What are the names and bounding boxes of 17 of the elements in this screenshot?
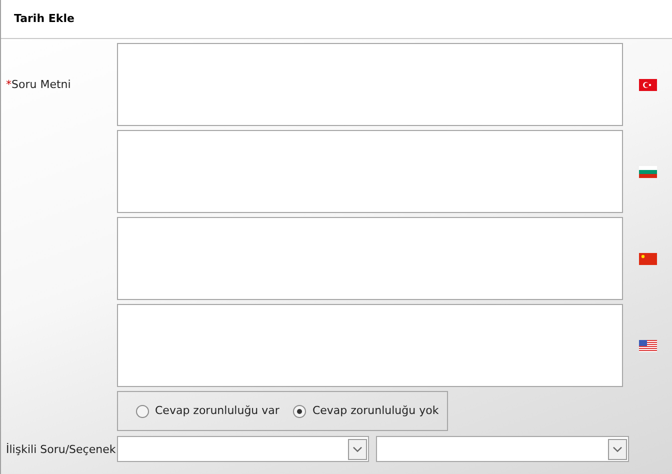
radio-option[interactable]: Cevap zorunluluğu var xyxy=(136,402,280,420)
dropdown[interactable] xyxy=(117,436,369,462)
dropdown[interactable] xyxy=(376,436,629,462)
text-area[interactable] xyxy=(116,130,624,213)
radio-option[interactable]: Cevap zorunluluğu yok xyxy=(293,402,439,420)
flag-icon xyxy=(638,78,657,90)
text-area[interactable] xyxy=(116,304,624,387)
chevron-down-icon xyxy=(608,438,627,460)
panel-title: Tarih Ekle xyxy=(14,10,74,27)
field-label: İlişkili Soru/Seçenek xyxy=(6,442,116,456)
flag-icon xyxy=(638,252,657,264)
flag-icon xyxy=(638,166,657,178)
text-area[interactable] xyxy=(116,217,624,300)
chevron-down-icon xyxy=(348,438,367,460)
text-area[interactable] xyxy=(116,43,624,126)
field-label: *Soru Metni xyxy=(6,78,71,92)
flag-icon xyxy=(638,340,657,352)
